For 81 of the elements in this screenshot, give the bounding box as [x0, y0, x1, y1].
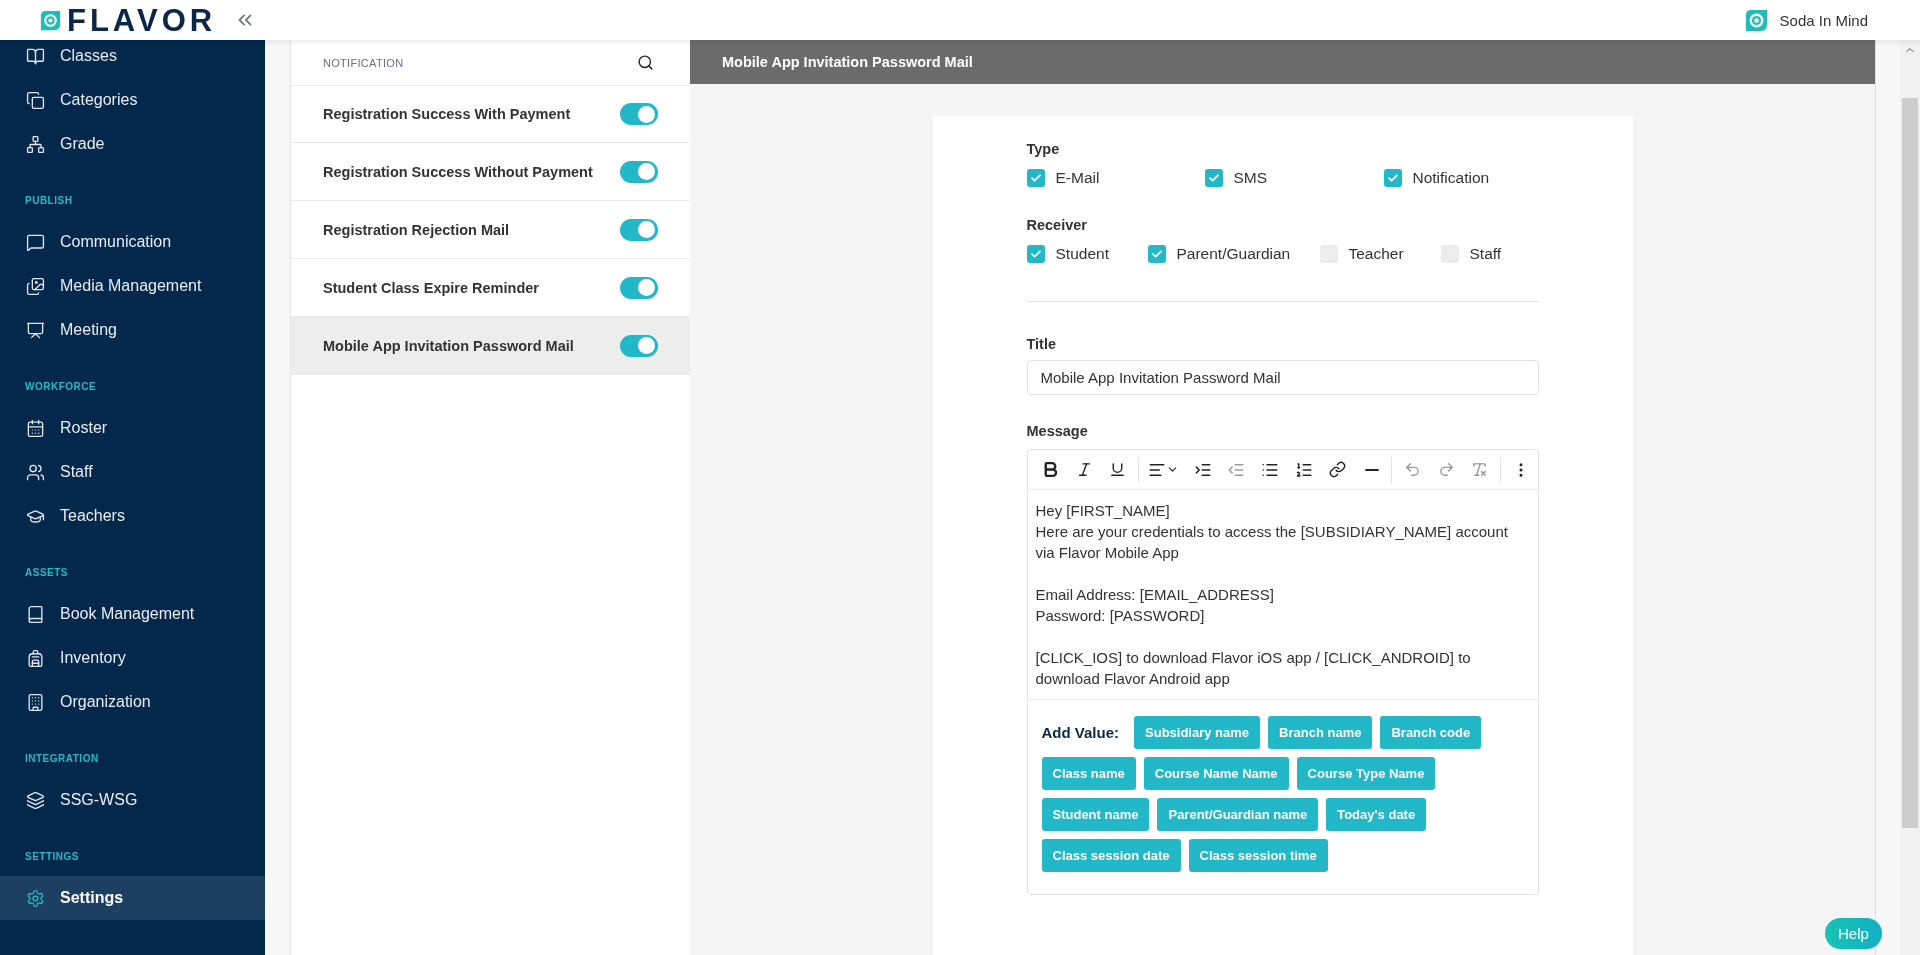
logo-text: FLAVOR: [67, 4, 217, 36]
field-label: Message: [1026, 423, 1088, 439]
toggle-switch[interactable]: [620, 160, 658, 183]
group-label: Type: [1026, 141, 1060, 157]
list-heading: NOTIFICATION: [323, 56, 404, 69]
podium-icon: [26, 320, 45, 340]
stacked-cards-icon: [26, 90, 45, 110]
sidebar-item[interactable]: Categories: [0, 78, 265, 122]
sidebar-item[interactable]: Inventory: [0, 636, 265, 680]
field-label: Title: [1026, 336, 1057, 352]
building-icon: [26, 692, 45, 712]
sidebar-item[interactable]: Communication: [0, 220, 265, 264]
sidebar-item[interactable]: Staff: [0, 450, 265, 494]
sidebar-item[interactable]: Grade: [0, 122, 265, 166]
checkbox-label: Student: [1055, 245, 1109, 263]
notification-row[interactable]: Registration Success With Payment: [291, 85, 690, 143]
message-text: Here are your credentials to access the [SUBSIDIARY_NAME] account via Flavor Mobile App: [1035, 522, 1509, 563]
checkbox[interactable]: [1026, 169, 1045, 187]
checkbox[interactable]: [1383, 169, 1402, 187]
checkbox-label: Parent/Guardian: [1176, 245, 1291, 263]
settings-icon: [26, 888, 45, 908]
checkbox-label: Staff: [1469, 245, 1502, 263]
checkbox[interactable]: [1204, 169, 1223, 187]
notification-label: Student Class Expire Reminder: [323, 279, 539, 296]
message-text: Hey [FIRST_NAME]: [1035, 501, 1170, 521]
calendar-icon: [26, 418, 45, 438]
section-label: WORKFORCE: [24, 380, 97, 394]
title-input[interactable]: Mobile App Invitation Password Mail: [1026, 360, 1539, 395]
message-text: Password: [PASSWORD]: [1035, 606, 1205, 626]
logo-icon: [40, 9, 61, 31]
notification-label: Registration Rejection Mail: [323, 221, 510, 238]
sidebar-item[interactable]: SSG-WSG: [0, 778, 265, 822]
sidebar-item[interactable]: Media Management: [0, 264, 265, 308]
section-label: ASSETS: [24, 566, 68, 580]
sidebar-item[interactable]: Organization: [0, 680, 265, 724]
account-name[interactable]: Soda In Mind: [1779, 11, 1868, 29]
toggle-switch[interactable]: [620, 103, 658, 125]
checkbox-label: Teacher: [1348, 245, 1404, 263]
group-label: Receiver: [1026, 217, 1087, 233]
section-label: PUBLISH: [24, 194, 73, 208]
check-icon: [1386, 172, 1399, 184]
checkbox-label: E-Mail: [1055, 169, 1100, 187]
check-icon: [1029, 248, 1042, 260]
notification-label: Registration Success Without Payment: [323, 163, 593, 180]
chat-bubble-icon: [26, 232, 45, 252]
hierarchy-icon: [26, 134, 45, 154]
layers-icon: [26, 790, 45, 810]
users-icon: [26, 462, 45, 482]
section-label: INTEGRATION: [24, 752, 99, 766]
panel-title: Mobile App Invitation Password Mail: [722, 54, 973, 70]
section-label: SETTINGS: [24, 850, 79, 864]
notification-label: Registration Success With Payment: [323, 106, 571, 122]
toggle-switch[interactable]: [620, 218, 658, 241]
toggle-switch[interactable]: [620, 334, 658, 357]
sidebar-item[interactable]: Book Management: [0, 592, 265, 636]
sidebar-item[interactable]: Teachers: [0, 494, 265, 538]
search-icon[interactable]: [637, 54, 654, 71]
checkbox-label: SMS: [1233, 169, 1268, 187]
add-value-label: Add Value:: [1041, 724, 1119, 741]
book-icon: [26, 604, 45, 624]
notification-label: Mobile App Invitation Password Mail: [323, 337, 574, 354]
checkbox-label: Notification: [1412, 169, 1490, 187]
message-editor[interactable]: [1026, 449, 1539, 895]
notification-row[interactable]: Mobile App Invitation Password Mail: [291, 317, 690, 375]
backpack-icon: [26, 648, 45, 668]
message-text: [CLICK_IOS] to download Flavor iOS app / [CLICK_ANDROID] to download Flavor Android app: [1035, 648, 1472, 689]
message-text: Email Address: [EMAIL_ADDRESS]: [1035, 585, 1274, 605]
sidebar-item[interactable]: Roster: [0, 406, 265, 450]
checkbox[interactable]: [1026, 245, 1045, 263]
check-icon: [1150, 248, 1163, 260]
sidebar-item[interactable]: Classes: [0, 40, 265, 78]
check-icon: [1029, 172, 1042, 184]
book-open-icon: [26, 46, 45, 66]
checkbox[interactable]: [1147, 245, 1166, 263]
sidebar-item[interactable]: Meeting: [0, 308, 265, 352]
scrollbar[interactable]: [1900, 40, 1920, 955]
account-icon: [1744, 8, 1768, 32]
check-icon: [1207, 172, 1220, 184]
toggle-switch[interactable]: [620, 276, 658, 299]
sidebar-item[interactable]: Settings: [0, 876, 265, 920]
images-icon: [26, 276, 45, 296]
